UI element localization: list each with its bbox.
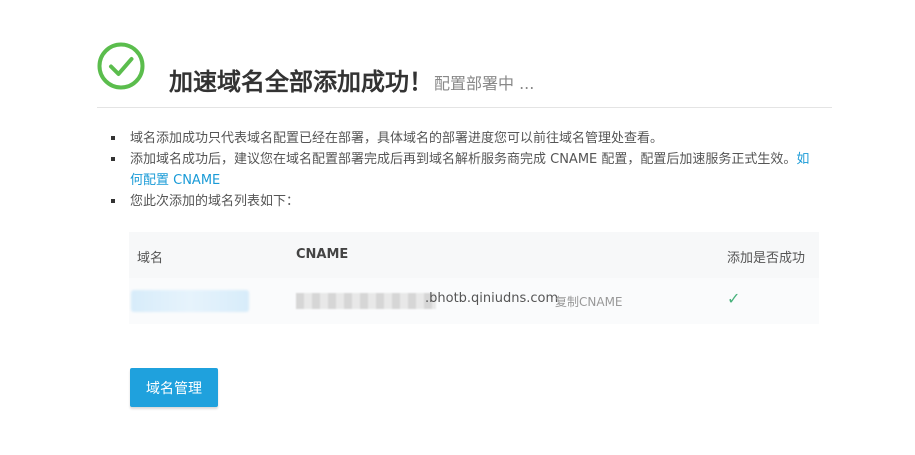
note-text: 您此次添加的域名列表如下： xyxy=(130,194,300,209)
bullet xyxy=(111,136,115,140)
column-header-success: 添加是否成功 xyxy=(727,251,806,266)
list-item: 您此次添加的域名列表如下： xyxy=(108,191,820,212)
domain-value-redacted xyxy=(131,290,249,312)
cname-prefix-redacted xyxy=(296,293,436,309)
table-row: .bhotb.qiniudns.com 复制CNAME ✓ xyxy=(129,278,819,324)
deploy-status: 配置部署中 ... xyxy=(434,74,535,93)
domain-table: 域名 CNAME 添加是否成功 .bhotb.qiniudns.com 复制CN… xyxy=(129,232,819,324)
list-item: 域名添加成功只代表域名配置已经在部署，具体域名的部署进度您可以前往域名管理处查看… xyxy=(108,128,820,149)
result-header: 加速域名全部添加成功！ 配置部署中 ... xyxy=(97,40,832,108)
list-item: 添加域名成功后，建议您在域名配置部署完成后再到域名解析服务商完成 CNAME 配… xyxy=(108,149,820,191)
cname-value: .bhotb.qiniudns.com xyxy=(425,291,559,306)
column-header-domain: 域名 xyxy=(137,251,164,266)
copy-cname-button[interactable]: 复制CNAME xyxy=(555,293,623,310)
note-text: 添加域名成功后，建议您在域名配置部署完成后再到域名解析服务商完成 CNAME 配… xyxy=(130,152,797,167)
check-icon: ✓ xyxy=(727,289,741,308)
column-header-cname: CNAME xyxy=(296,247,349,262)
notes-list: 域名添加成功只代表域名配置已经在部署，具体域名的部署进度您可以前往域名管理处查看… xyxy=(108,128,820,212)
bullet xyxy=(111,157,115,161)
bullet xyxy=(111,199,115,203)
table-header: 域名 CNAME 添加是否成功 xyxy=(129,232,819,278)
check-circle-icon xyxy=(97,42,145,90)
page-title: 加速域名全部添加成功！ xyxy=(169,68,433,96)
note-text: 域名添加成功只代表域名配置已经在部署，具体域名的部署进度您可以前往域名管理处查看… xyxy=(130,131,664,146)
domain-management-button[interactable]: 域名管理 xyxy=(130,368,218,407)
